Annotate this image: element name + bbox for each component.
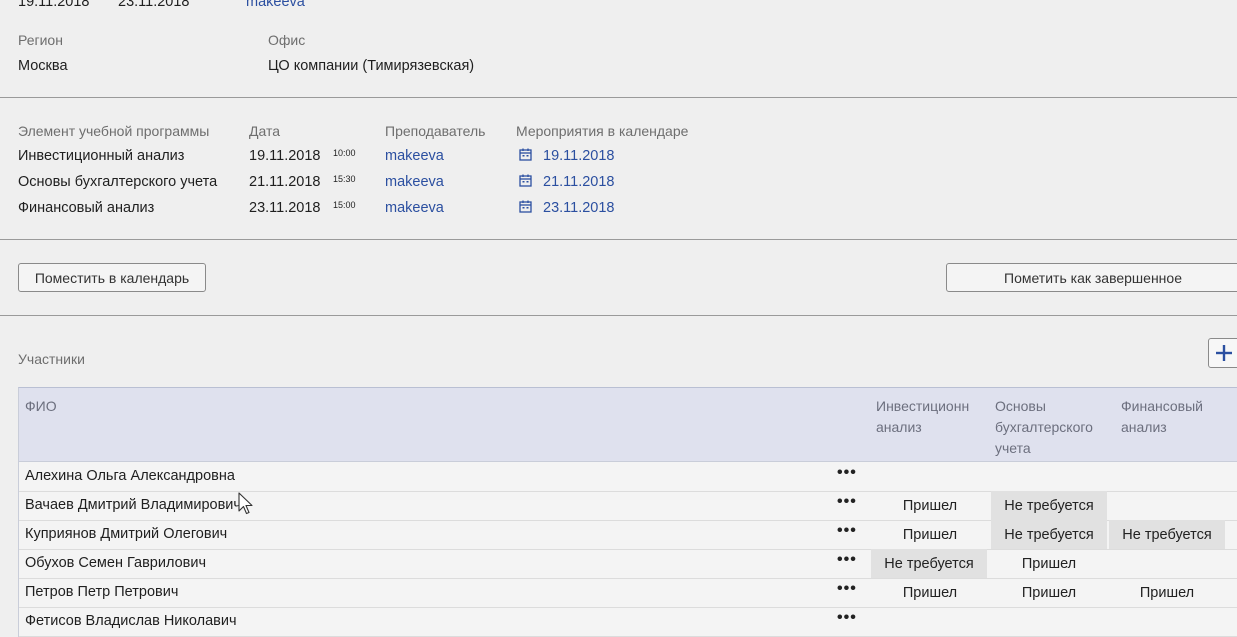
program-header-events: Мероприятия в календаре [516, 123, 689, 139]
region-value: Москва [18, 58, 68, 74]
calendar-icon [519, 200, 532, 213]
table-header: ФИО Инвестиционн анализ Основы бухгалтер… [19, 388, 1237, 462]
status-cell[interactable]: Пришел [871, 578, 989, 607]
participant-name: Алехина Ольга Александровна [25, 468, 235, 484]
more-options-button[interactable]: ••• [837, 551, 857, 569]
top-date-end: 23.11.2018 [118, 0, 190, 10]
table-row[interactable]: Алехина Ольга Александровна ••• [19, 462, 1237, 492]
program-teacher-link[interactable]: makeeva [385, 200, 444, 216]
program-element: Инвестиционный анализ [18, 148, 185, 164]
table-row[interactable]: Обухов Семен Гаврилович ••• Не требуется… [19, 549, 1237, 579]
status-cell[interactable]: Пришел [991, 578, 1107, 607]
more-options-button[interactable]: ••• [837, 493, 857, 511]
mouse-cursor-icon [238, 492, 253, 515]
calendar-icon [519, 174, 532, 187]
add-participant-button[interactable] [1208, 338, 1237, 368]
column-header-c1[interactable]: Инвестиционн анализ [876, 396, 988, 438]
divider [0, 239, 1237, 240]
program-header-element: Элемент учебной программы [18, 123, 210, 139]
program-time: 10:00 [333, 148, 356, 158]
column-header-c3[interactable]: Финансовый анализ [1121, 396, 1231, 438]
office-value: ЦО компании (Тимирязевская) [268, 58, 475, 74]
program-header-teacher: Преподаватель [385, 123, 486, 139]
program-element: Финансовый анализ [18, 200, 155, 216]
program-time: 15:00 [333, 200, 356, 210]
more-options-button[interactable]: ••• [837, 580, 857, 598]
status-cell[interactable]: Не требуется [871, 549, 987, 578]
calendar-event-link[interactable]: 19.11.2018 [543, 148, 615, 164]
program-teacher-link[interactable]: makeeva [385, 148, 444, 164]
participant-name: Фетисов Владислав Николавич [25, 613, 237, 629]
column-header-name[interactable]: ФИО [25, 396, 57, 417]
divider [0, 315, 1237, 316]
top-date-start: 19.11.2018 [18, 0, 90, 10]
calendar-event-link[interactable]: 21.11.2018 [543, 174, 615, 190]
status-cell[interactable]: Не требуется [1109, 520, 1225, 549]
status-cell[interactable]: Не требуется [991, 520, 1107, 549]
participants-title: Участники [18, 351, 85, 367]
program-date: 23.11.2018 [249, 200, 321, 216]
plus-icon [1216, 345, 1232, 361]
more-options-button[interactable]: ••• [837, 609, 857, 627]
office-label: Офис [268, 32, 306, 48]
participants-table: ФИО Инвестиционн анализ Основы бухгалтер… [18, 387, 1237, 637]
status-cell[interactable]: Не требуется [991, 491, 1107, 520]
program-date: 19.11.2018 [249, 148, 321, 164]
table-row[interactable]: Вачаев Дмитрий Владимирович ••• Пришел Н… [19, 491, 1237, 521]
status-cell[interactable]: Пришел [871, 491, 989, 520]
mark-done-button[interactable]: Пометить как завершенное [946, 263, 1237, 292]
status-cell[interactable]: Пришел [991, 549, 1107, 578]
program-element: Основы бухгалтерского учета [18, 174, 218, 190]
status-cell[interactable]: Пришел [871, 520, 989, 549]
program-date: 21.11.2018 [249, 174, 321, 190]
to-calendar-button[interactable]: Поместить в календарь [18, 263, 206, 292]
divider [0, 97, 1237, 98]
table-row[interactable]: Фетисов Владислав Николавич ••• [19, 607, 1237, 637]
more-options-button[interactable]: ••• [837, 464, 857, 482]
region-label: Регион [18, 32, 63, 48]
participant-name: Петров Петр Петрович [25, 584, 179, 600]
program-header-date: Дата [249, 123, 281, 139]
more-options-button[interactable]: ••• [837, 522, 857, 540]
table-row[interactable]: Петров Петр Петрович ••• Пришел Пришел П… [19, 578, 1237, 608]
table-row[interactable]: Куприянов Дмитрий Олегович ••• Пришел Не… [19, 520, 1237, 550]
participant-name: Куприянов Дмитрий Олегович [25, 526, 228, 542]
column-header-c2[interactable]: Основы бухгалтерского учета [995, 396, 1113, 459]
participant-name: Вачаев Дмитрий Владимирович [25, 497, 241, 513]
participant-name: Обухов Семен Гаврилович [25, 555, 207, 571]
program-teacher-link[interactable]: makeeva [385, 174, 444, 190]
program-time: 15:30 [333, 174, 356, 184]
calendar-icon [519, 148, 532, 161]
calendar-event-link[interactable]: 23.11.2018 [543, 200, 615, 216]
top-teacher-link[interactable]: makeeva [246, 0, 305, 10]
status-cell[interactable]: Пришел [1109, 578, 1225, 607]
